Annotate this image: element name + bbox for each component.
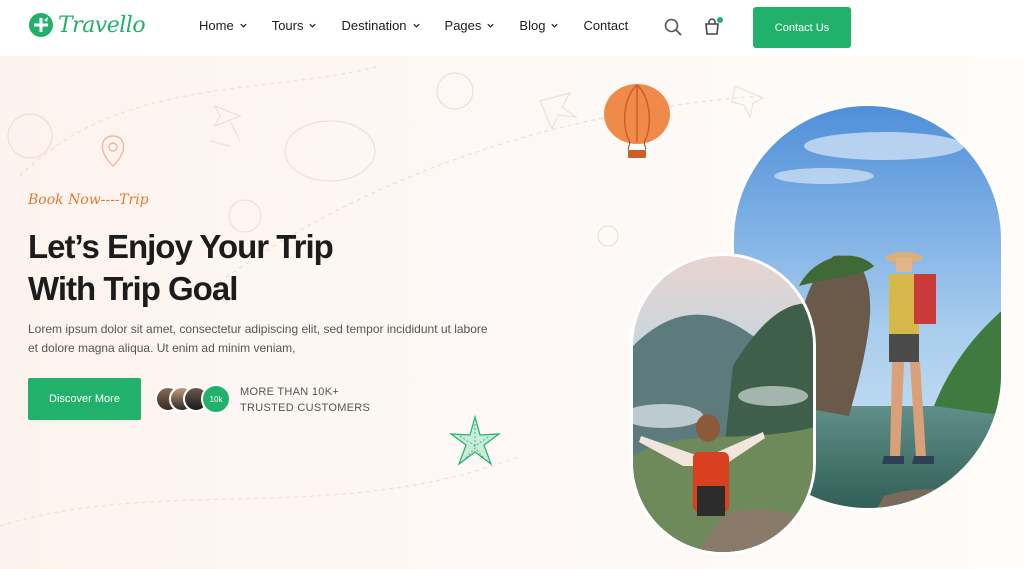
nav-pages-label: Pages xyxy=(444,18,482,33)
map-pin-icon xyxy=(101,135,125,167)
nav-destination[interactable]: Destination xyxy=(341,18,420,33)
nav-pages[interactable]: Pages xyxy=(445,18,496,33)
cart-badge xyxy=(717,17,723,23)
plus-plane-logo-icon xyxy=(29,13,53,37)
hero-title-line1: Let’s Enjoy Your Trip xyxy=(28,228,334,265)
hero-title-line2: With Trip Goal xyxy=(28,270,238,307)
discover-more-button[interactable]: Discover More xyxy=(28,378,141,420)
hero-title: Let’s Enjoy Your Trip With Trip Goal xyxy=(28,226,334,310)
search-icon[interactable] xyxy=(663,17,683,37)
hero-tagline: Book Now----Trip xyxy=(28,192,149,208)
chevron-down-icon xyxy=(309,23,317,28)
trusted-customers-text: MORE THAN 10K+ TRUSTED CUSTOMERS xyxy=(240,384,370,416)
trusted-line2: TRUSTED CUSTOMERS xyxy=(240,402,371,414)
trusted-line1: MORE THAN 10K+ xyxy=(240,386,340,398)
nav-contact-label: Contact xyxy=(583,18,629,33)
starfish-icon xyxy=(449,414,501,466)
hero-description: Lorem ipsum dolor sit amet, consectetur … xyxy=(28,322,488,355)
nav-contact[interactable]: Contact xyxy=(583,18,628,33)
chevron-down-icon xyxy=(487,23,495,28)
logo[interactable]: Travello xyxy=(28,12,146,38)
chevron-down-icon xyxy=(412,23,420,28)
hero-image-small xyxy=(630,253,816,555)
brand-name: Travello xyxy=(58,12,146,38)
main-nav: Home Tours Destination Pages Blog Contac… xyxy=(199,18,652,33)
customers-count-badge: 10k xyxy=(201,384,231,414)
nav-tours-label: Tours xyxy=(271,18,304,33)
nav-tours[interactable]: Tours xyxy=(272,18,318,33)
nav-home[interactable]: Home xyxy=(199,18,248,33)
nav-destination-label: Destination xyxy=(341,18,407,33)
chevron-down-icon xyxy=(551,23,559,28)
nav-blog[interactable]: Blog xyxy=(519,18,559,33)
chevron-down-icon xyxy=(240,23,247,28)
nav-home-label: Home xyxy=(199,18,234,33)
hot-air-balloon-icon xyxy=(604,84,670,158)
site-header: Travello Home Tours Destination Pages Bl… xyxy=(0,0,1024,56)
nav-blog-label: Blog xyxy=(519,18,546,33)
contact-us-button[interactable]: Contact Us xyxy=(753,7,851,48)
hero-section: Book Now----Trip Let’s Enjoy Your Trip W… xyxy=(0,56,1024,569)
cart-icon[interactable] xyxy=(702,17,723,37)
